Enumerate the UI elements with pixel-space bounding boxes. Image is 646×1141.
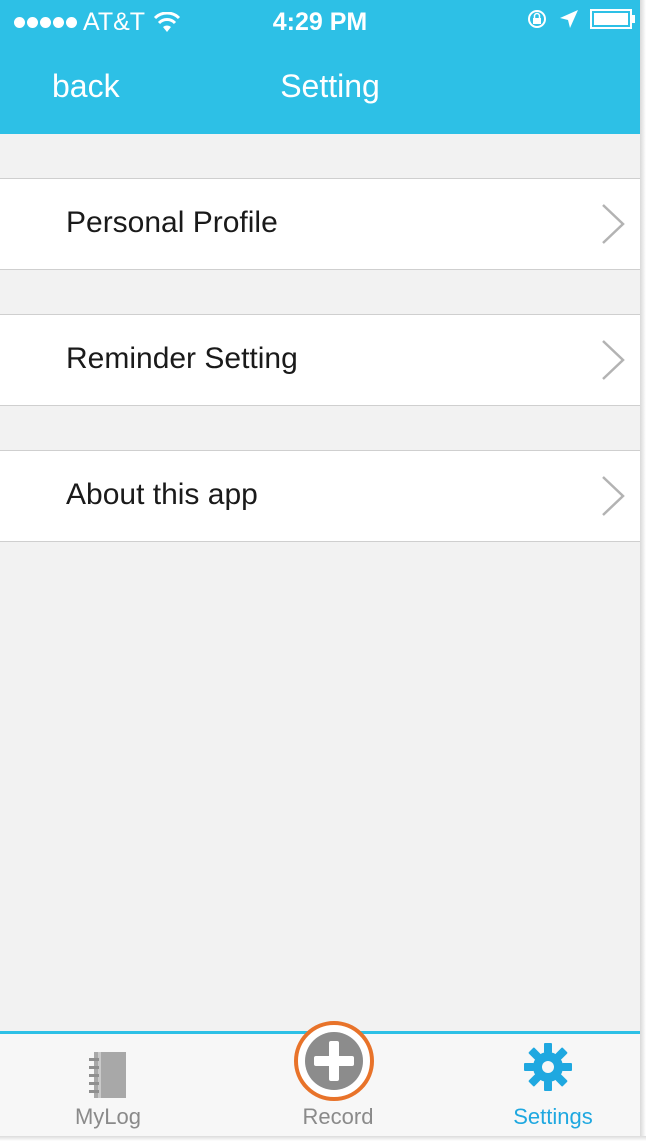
battery-icon	[590, 9, 635, 29]
settings-item-about-this-app[interactable]: About this app	[0, 450, 640, 542]
screen-bottom-shadow	[0, 1136, 646, 1141]
section-spacer	[0, 406, 640, 450]
chevron-right-icon	[602, 476, 625, 516]
settings-item-label: Reminder Setting	[66, 342, 298, 375]
status-bar: AT&T 4:29 PM	[0, 0, 640, 40]
settings-item-personal-profile[interactable]: Personal Profile	[0, 178, 640, 270]
section-spacer	[0, 270, 640, 314]
orientation-lock-icon	[528, 10, 546, 28]
app-screen: AT&T 4:29 PM back Setting Personal Profi…	[0, 0, 640, 1136]
gear-icon	[524, 1043, 572, 1091]
section-spacer	[0, 134, 640, 178]
screen-edge-shadow	[640, 0, 646, 1141]
tab-record[interactable]: Record	[238, 1021, 438, 1136]
settings-item-reminder-setting[interactable]: Reminder Setting	[0, 314, 640, 406]
page-title: Setting	[280, 68, 380, 104]
nav-bar: back Setting	[0, 58, 640, 118]
header: AT&T 4:29 PM back Setting	[0, 0, 640, 134]
settings-list: Personal Profile Reminder Setting About …	[0, 134, 640, 542]
plus-icon	[294, 1021, 374, 1101]
tab-mylog[interactable]: MyLog	[8, 1034, 208, 1136]
tab-label: Record	[302, 1104, 374, 1129]
tab-label: Settings	[513, 1104, 593, 1129]
chevron-right-icon	[602, 204, 625, 244]
location-icon	[560, 10, 578, 28]
settings-item-label: Personal Profile	[66, 206, 278, 239]
tab-label: MyLog	[74, 1104, 142, 1129]
tab-bar: MyLog Record Settings	[0, 1021, 640, 1136]
status-icons	[526, 8, 636, 30]
settings-item-label: About this app	[66, 478, 258, 511]
chevron-right-icon	[602, 340, 625, 380]
notebook-icon	[89, 1052, 126, 1098]
tab-settings[interactable]: Settings	[453, 1034, 640, 1136]
